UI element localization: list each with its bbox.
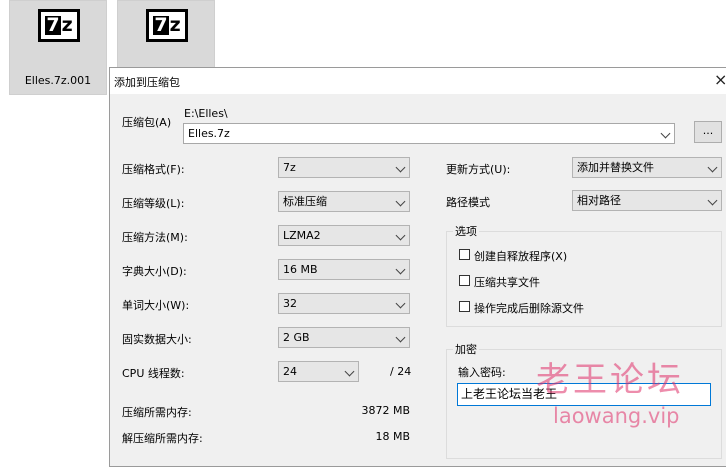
format-label: 压缩格式(F): [122,163,185,176]
watermark-cn: 老王论坛 [536,360,684,400]
archive-path: E:\Elles\ [184,107,228,120]
threads-value: 24 [283,365,297,378]
mem-decompress-value: 18 MB [375,430,410,443]
chevron-down-icon [395,332,406,343]
threads-select[interactable]: 24 [278,361,359,382]
solid-label: 固实数据大小: [122,333,192,346]
update-select[interactable]: 添加并替换文件 [572,157,722,178]
archive-filename-value: Elles.7z [188,127,230,140]
chevron-down-icon [707,162,718,173]
word-select[interactable]: 32 [278,293,410,314]
chevron-down-icon [395,162,406,173]
threads-label: CPU 线程数: [122,367,185,380]
method-label: 压缩方法(M): [122,231,188,244]
options-title: 选项 [453,223,479,239]
file-name-label: Elles.7z.001 [24,74,92,87]
path-mode-select[interactable]: 相对路径 [572,190,722,211]
7z-archive-icon: 7z [38,9,80,42]
word-value: 32 [283,297,297,310]
chevron-down-icon [395,264,406,275]
file-icon-second[interactable]: 7z [117,0,215,70]
dict-select[interactable]: 16 MB [278,259,410,280]
dict-label: 字典大小(D): [122,265,187,278]
word-label: 单词大小(W): [122,299,190,312]
path-mode-value: 相对路径 [577,194,621,207]
archive-label: 压缩包(A) [122,116,172,129]
title-bar: 添加到压缩包 × [110,68,726,94]
update-label: 更新方式(U): [446,163,511,176]
method-select[interactable]: LZMA2 [278,225,410,246]
mem-decompress-label: 解压缩所需内存: [122,432,203,445]
chevron-down-icon [395,196,406,207]
chevron-down-icon [395,230,406,241]
sfx-label: 创建自释放程序(X) [474,250,568,263]
chevron-down-icon [395,298,406,309]
shared-files-label: 压缩共享文件 [474,276,540,289]
format-value: 7z [283,161,296,174]
chevron-down-icon [344,366,355,377]
shared-files-checkbox[interactable] [459,275,470,286]
update-value: 添加并替换文件 [577,161,654,174]
solid-select[interactable]: 2 GB [278,327,410,348]
format-select[interactable]: 7z [278,157,410,178]
sfx-checkbox[interactable] [459,249,470,260]
encryption-title: 加密 [453,341,479,357]
mem-compress-label: 压缩所需内存: [122,406,192,419]
level-select[interactable]: 标准压缩 [278,191,410,212]
dict-value: 16 MB [283,263,318,276]
watermark-url: laowang.vip [553,404,680,428]
chevron-down-icon [707,195,718,206]
chevron-down-icon [660,128,671,139]
level-label: 压缩等级(L): [122,197,185,210]
delete-source-label: 操作完成后删除源文件 [474,302,584,315]
delete-source-checkbox[interactable] [459,301,470,312]
level-value: 标准压缩 [283,195,327,208]
threads-max: / 24 [390,365,412,378]
solid-value: 2 GB [283,331,310,344]
close-icon[interactable]: × [714,70,726,89]
path-mode-label: 路径模式 [446,196,490,209]
file-icon-elles-7z-001[interactable]: 7z Elles.7z.001 [9,0,107,95]
7z-archive-icon: 7z [146,9,188,42]
archive-filename-combo[interactable]: Elles.7z [183,123,675,144]
method-value: LZMA2 [283,229,321,242]
mem-compress-value: 3872 MB [361,404,410,417]
browse-button[interactable]: ... [694,121,722,143]
dialog-title: 添加到压缩包 [114,76,180,89]
password-label: 输入密码: [458,366,506,379]
